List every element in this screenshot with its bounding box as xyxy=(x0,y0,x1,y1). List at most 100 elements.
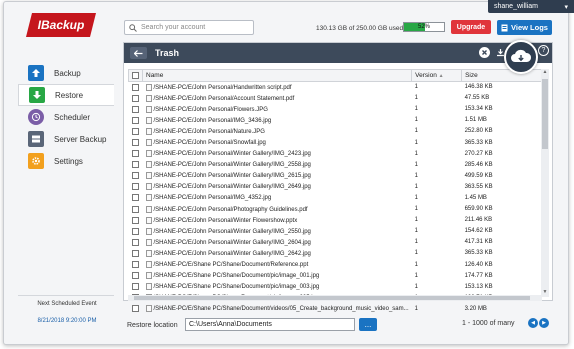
row-checkbox-cell[interactable] xyxy=(129,192,143,203)
file-size: 47.55 KB xyxy=(464,95,490,102)
row-checkbox[interactable] xyxy=(131,227,139,235)
table-row[interactable]: /SHANE-PC/E/John Personal/Winter Gallery… xyxy=(129,181,542,192)
select-all-cell[interactable] xyxy=(128,69,143,82)
table-row[interactable]: /SHANE-PC/E/John Personal/IMG_3436.jpg 1 1… xyxy=(129,115,542,126)
sidebar-item-backup[interactable]: Backup xyxy=(18,62,114,84)
file-version: 1 xyxy=(414,194,418,201)
back-button[interactable] xyxy=(130,47,147,59)
row-checkbox-cell[interactable] xyxy=(129,170,143,181)
next-scheduled-title: Next Scheduled Event xyxy=(37,301,97,307)
row-checkbox-cell[interactable] xyxy=(129,303,143,314)
row-checkbox[interactable] xyxy=(131,150,139,158)
row-checkbox-cell[interactable] xyxy=(129,93,143,104)
table-row[interactable]: /SHANE-PC/E/Shane PC/Shane/Document/pic/… xyxy=(129,270,542,281)
row-checkbox-cell[interactable] xyxy=(129,226,143,237)
row-checkbox-cell[interactable] xyxy=(129,137,143,148)
row-checkbox[interactable] xyxy=(131,83,139,91)
file-name-cell: /SHANE-PC/E/John Personal/Handwritten sc… xyxy=(143,82,412,93)
help-icon[interactable]: ? xyxy=(538,45,549,56)
horizontal-scroll-thumb[interactable] xyxy=(134,296,530,300)
row-checkbox-cell[interactable] xyxy=(129,215,143,226)
row-checkbox[interactable] xyxy=(131,94,139,102)
scroll-down-icon[interactable]: ▼ xyxy=(541,289,549,297)
restore-location-input[interactable]: C:\Users\Anna\Documents xyxy=(185,318,355,331)
table-row[interactable]: /SHANE-PC/E/John Personal/Winter Gallery… xyxy=(129,159,542,170)
table-row[interactable]: /SHANE-PC/E/John Personal/IMG_4352.jpg 1 1… xyxy=(129,192,542,203)
row-checkbox-cell[interactable] xyxy=(129,115,143,126)
scroll-up-icon[interactable]: ▲ xyxy=(541,69,549,77)
row-checkbox[interactable] xyxy=(131,249,139,257)
table-row[interactable]: /SHANE-PC/E/John Personal/Snowfall.jpg 1 3… xyxy=(129,137,542,148)
table-row[interactable]: /SHANE-PC/E/John Personal/Account Statem… xyxy=(129,93,542,104)
row-checkbox[interactable] xyxy=(131,283,139,291)
table-row[interactable]: /SHANE-PC/E/John Personal/Photography Gu… xyxy=(129,204,542,215)
table-row[interactable]: /SHANE-PC/E/John Personal/Nature.JPG 1 252… xyxy=(129,126,542,137)
next-page-button[interactable]: ▶ xyxy=(539,318,549,328)
file-name: /SHANE-PC/E/John Personal/Nature.JPG xyxy=(153,128,265,135)
file-name: /SHANE-PC/E/John Personal/Snowfall.jpg xyxy=(153,140,266,147)
table-row[interactable]: /SHANE-PC/E/John Personal/Winter Gallery… xyxy=(129,248,542,259)
row-checkbox-cell[interactable] xyxy=(129,259,143,270)
row-checkbox[interactable] xyxy=(131,261,139,268)
row-checkbox-cell[interactable] xyxy=(129,148,143,159)
horizontal-scrollbar[interactable] xyxy=(128,295,542,301)
row-checkbox[interactable] xyxy=(131,194,139,202)
row-checkbox-cell[interactable] xyxy=(129,181,143,192)
view-logs-button[interactable]: View Logs xyxy=(497,20,552,35)
file-name-cell: /SHANE-PC/E/Shane PC/Shane/Document/pic/… xyxy=(143,281,412,292)
file-version: 1 xyxy=(414,217,418,224)
delete-icon[interactable] xyxy=(479,47,490,58)
upgrade-button[interactable]: Upgrade xyxy=(451,20,491,34)
row-checkbox-cell[interactable] xyxy=(129,204,143,215)
sidebar-item-scheduler[interactable]: Scheduler xyxy=(18,106,114,128)
table-row[interactable]: /SHANE-PC/E/John Personal/Winter Gallery… xyxy=(129,237,542,248)
row-checkbox-cell[interactable] xyxy=(129,281,143,292)
cloud-download-button[interactable] xyxy=(504,40,538,74)
table-row[interactable]: /SHANE-PC/E/John Personal/Handwritten sc… xyxy=(129,82,542,93)
table-row[interactable]: /SHANE-PC/E/Shane PC/Shane/Document/pic/… xyxy=(129,281,542,292)
row-checkbox[interactable] xyxy=(131,238,139,246)
column-version[interactable]: Version ▲ xyxy=(411,69,463,82)
sidebar-item-settings[interactable]: Settings xyxy=(18,150,114,172)
sidebar-item-restore[interactable]: Restore xyxy=(18,84,114,106)
row-checkbox[interactable] xyxy=(131,161,139,169)
file-name-cell: /SHANE-PC/E/John Personal/IMG_3436.jpg xyxy=(143,115,412,126)
search-input[interactable]: Search your account xyxy=(124,20,254,35)
row-checkbox-cell[interactable] xyxy=(129,237,143,248)
file-version: 1 xyxy=(414,183,418,190)
vertical-scrollbar[interactable]: ▲ ▼ xyxy=(541,69,549,297)
table-row[interactable]: /SHANE-PC/E/John Personal/Winter Gallery… xyxy=(129,170,542,181)
file-icon xyxy=(145,183,152,191)
user-menu[interactable]: shane_william ▾ xyxy=(488,0,574,13)
table-row[interactable]: /SHANE-PC/E/John Personal/Flowers.JPG 1 15… xyxy=(129,104,542,115)
file-name-cell: /SHANE-PC/E/John Personal/Winter Gallery… xyxy=(143,148,412,159)
row-checkbox[interactable] xyxy=(131,305,139,313)
row-checkbox[interactable] xyxy=(131,105,139,113)
row-checkbox-cell[interactable] xyxy=(129,159,143,170)
row-checkbox-cell[interactable] xyxy=(129,82,143,93)
row-checkbox[interactable] xyxy=(131,172,139,180)
row-checkbox-cell[interactable] xyxy=(129,104,143,115)
column-name[interactable]: Name xyxy=(141,69,413,82)
browse-button[interactable]: ... xyxy=(359,318,377,331)
row-checkbox[interactable] xyxy=(131,116,139,124)
sidebar-divider xyxy=(18,295,114,296)
row-checkbox[interactable] xyxy=(131,272,139,280)
row-checkbox[interactable] xyxy=(131,183,139,191)
row-checkbox[interactable] xyxy=(131,127,139,135)
table-row[interactable]: /SHANE-PC/E/John Personal/Winter Flowers… xyxy=(129,215,542,226)
row-checkbox-cell[interactable] xyxy=(129,270,143,281)
row-checkbox-cell[interactable] xyxy=(129,248,143,259)
table-row[interactable]: /SHANE-PC/E/John Personal/Winter Gallery… xyxy=(129,148,542,159)
scroll-thumb[interactable] xyxy=(542,79,548,149)
table-row[interactable]: /SHANE-PC/E/John Personal/Winter Gallery… xyxy=(129,226,542,237)
row-checkbox[interactable] xyxy=(131,216,139,224)
table-row[interactable]: /SHANE-PC/E/Shane PC/Shane/Document/Refe… xyxy=(129,259,542,270)
select-all-checkbox[interactable] xyxy=(132,71,139,79)
row-checkbox-cell[interactable] xyxy=(129,126,143,137)
prev-page-button[interactable]: ◀ xyxy=(528,318,538,328)
sidebar-item-server-backup[interactable]: Server Backup xyxy=(18,128,114,150)
row-checkbox[interactable] xyxy=(131,205,139,213)
row-checkbox[interactable] xyxy=(131,138,139,146)
table-row[interactable]: /SHANE-PC/E/Shane PC/Shane/Document/vide… xyxy=(129,303,542,314)
